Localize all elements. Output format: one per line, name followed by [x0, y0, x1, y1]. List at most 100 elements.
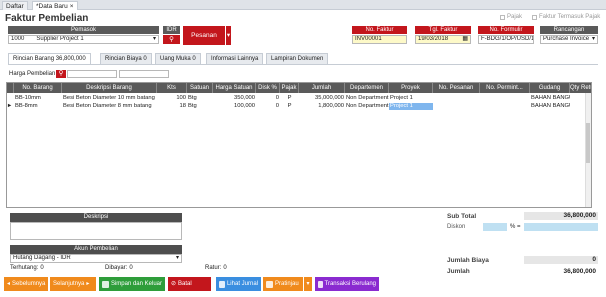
lihat-jurnal-button[interactable]: Lihat Jurnal [216, 277, 261, 291]
arrow-right-icon: ▸ [86, 281, 90, 287]
button-label: Transaksi Berulang [324, 281, 376, 287]
akun-pembelian-value: Hutang Dagang - IDR [13, 255, 71, 261]
terhutang-stat: Terhutang: 0 [10, 265, 44, 271]
chevron-down-icon: ▾ [152, 36, 156, 42]
dibayar-value: 0 [129, 265, 133, 271]
col-deskripsi[interactable]: Deskripsi Barang [62, 83, 157, 93]
col-gudang[interactable]: Gudang [530, 83, 570, 93]
tab-daftar[interactable]: Daftar [2, 1, 28, 10]
tab-data-baru[interactable]: *Data Baru × [32, 1, 78, 10]
col-harga-satuan[interactable]: Harga Satuan [213, 83, 256, 93]
selanjutnya-button[interactable]: Selanjutnya ▸ [50, 277, 96, 291]
cell-gudang: BAHAN BANGUNAN [531, 95, 570, 101]
tab-lampiran-dokumen[interactable]: Lampiran Dokumen [266, 53, 329, 64]
checkbox-icon [532, 14, 537, 20]
tab-label: *Data Baru [36, 3, 68, 10]
pemasok-select[interactable]: 1000 Supplier Project 1 ▾ [8, 35, 159, 44]
idr-label: IDR [163, 26, 180, 34]
pratinjau-button[interactable]: Pratinjau [263, 277, 303, 291]
col-satuan[interactable]: Satuan [187, 83, 213, 93]
tab-rincian-barang[interactable]: Rincian Barang 36,800,000 [8, 53, 91, 64]
harga-name-field[interactable] [119, 70, 169, 78]
simpan-dan-keluar-button[interactable]: Simpan dan Keluar [99, 277, 165, 291]
cell-satuan: Btg [188, 103, 197, 109]
col-kts[interactable]: Kts [157, 83, 187, 93]
col-no-barang[interactable]: No. Barang [14, 83, 62, 93]
tgl-faktur-field[interactable]: 19/03/2018 ▦ [415, 35, 471, 44]
noformulir-field[interactable]: F-BDG/1/OP/USD/100 [478, 35, 534, 44]
print-icon [266, 280, 273, 288]
tab-label: Daftar [6, 3, 24, 10]
col-departemen[interactable]: Departemen [345, 83, 389, 93]
nofaktur-label: No. Faktur [352, 26, 407, 34]
pesanan-label: Pesanan [191, 32, 217, 39]
cell-pajak: P [287, 103, 292, 109]
tab-rincian-biaya[interactable]: Rincian Biaya 0 [100, 53, 152, 64]
nofaktur-field[interactable]: INV00001 [352, 35, 407, 44]
cell-kts: 18 [179, 103, 186, 109]
cell-proyek-selected[interactable]: Project 1 [389, 103, 433, 110]
harga-pembelian-label: Harga Pembelian [9, 71, 56, 77]
tab-informasi-lainnya[interactable]: Informasi Lainnya [206, 53, 264, 64]
jumlah-biaya-label: Jumlah Biaya [447, 257, 489, 264]
ratur-stat: Ratur: 0 [205, 265, 227, 271]
repeat-icon [318, 280, 323, 288]
subtotal-value: 36,800,000 [524, 212, 598, 220]
cell-proyek: Project 1 [390, 95, 413, 101]
jumlah-biaya-value: 0 [524, 256, 598, 264]
pajak-label: Pajak [507, 14, 523, 20]
search-button[interactable]: ⚲ [163, 35, 180, 44]
cell-jumlah: 35,000,000 [314, 95, 344, 101]
page-title: Faktur Pembelian [5, 13, 89, 24]
pesanan-button[interactable]: Pesanan [183, 26, 225, 45]
row-marker-icon: ▸ [8, 103, 11, 109]
rancangan-select[interactable]: Purchase Invoice ▾ [540, 35, 598, 44]
akun-pembelian-select[interactable]: Hutang Dagang - IDR ▾ [10, 254, 182, 263]
terhutang-label: Terhutang: [10, 265, 39, 271]
col-no-permintaan[interactable]: No. Permint... [480, 83, 530, 93]
cell-no-barang: BB-8mm [15, 103, 38, 109]
diskon-percent-sign: % = [510, 224, 521, 230]
deskripsi-textarea[interactable] [10, 222, 182, 240]
search-button[interactable]: ⚲ [56, 70, 66, 78]
sebelumnya-button[interactable]: ◂ Sebelumnya [4, 277, 48, 291]
item-grid: No. Barang Deskripsi Barang Kts Satuan H… [6, 82, 592, 208]
ratur-value: 0 [223, 265, 227, 271]
col-proyek[interactable]: Proyek [389, 83, 433, 93]
grid-scroll-thumb[interactable] [586, 123, 590, 163]
journal-icon [219, 280, 225, 288]
cancel-icon: ⊘ [171, 281, 177, 287]
grid-header: No. Barang Deskripsi Barang Kts Satuan H… [7, 83, 591, 93]
terhutang-value: 0 [40, 265, 44, 271]
pemasok-label: Pemasok [8, 26, 159, 34]
close-icon[interactable]: × [70, 2, 74, 10]
col-disk[interactable]: Disk % [256, 83, 280, 93]
termasuk-pajak-checkbox[interactable]: Faktur Termasuk Pajak [532, 14, 600, 20]
pesanan-dropdown[interactable]: ▾ [225, 26, 231, 45]
table-row[interactable]: ▸ BB-8mm Besi Beton Diameter 8 mm batang… [7, 103, 591, 110]
cell-deskripsi: Besi Beton Diameter 8 mm batang [63, 103, 152, 109]
noformulir-label: No. Formulir [478, 26, 534, 34]
col-qty-retur[interactable]: Qty Retur [570, 83, 591, 93]
col-pajak[interactable]: Pajak [280, 83, 299, 93]
save-icon [102, 280, 109, 288]
transaksi-berulang-button[interactable]: Transaksi Berulang [315, 277, 379, 291]
batal-button[interactable]: ⊘ Batal [168, 277, 211, 291]
col-no-pesanan[interactable]: No. Pesanan [433, 83, 480, 93]
button-label: Lihat Jurnal [226, 281, 258, 287]
pajak-checkbox[interactable]: Pajak [500, 14, 522, 20]
tab-uang-muka[interactable]: Uang Muka 0 [155, 53, 201, 64]
col-jumlah[interactable]: Jumlah [299, 83, 345, 93]
harga-code-field[interactable] [67, 70, 117, 78]
calendar-icon[interactable]: ▦ [462, 36, 468, 43]
cell-satuan: Btg [188, 95, 197, 101]
chevron-down-icon: ▾ [226, 32, 231, 39]
tab-label: Uang Muka [160, 56, 191, 62]
table-row[interactable]: BB-10mm Besi Beton Diameter 10 mm batang… [7, 95, 591, 102]
cell-harga: 100,000 [234, 103, 255, 109]
tab-count: 0 [143, 56, 147, 62]
diskon-percent-field[interactable] [483, 223, 507, 231]
pratinjau-dropdown[interactable]: ▾ [304, 277, 312, 291]
diskon-amount-field[interactable] [524, 223, 598, 231]
chevron-down-icon: ▾ [175, 255, 179, 261]
